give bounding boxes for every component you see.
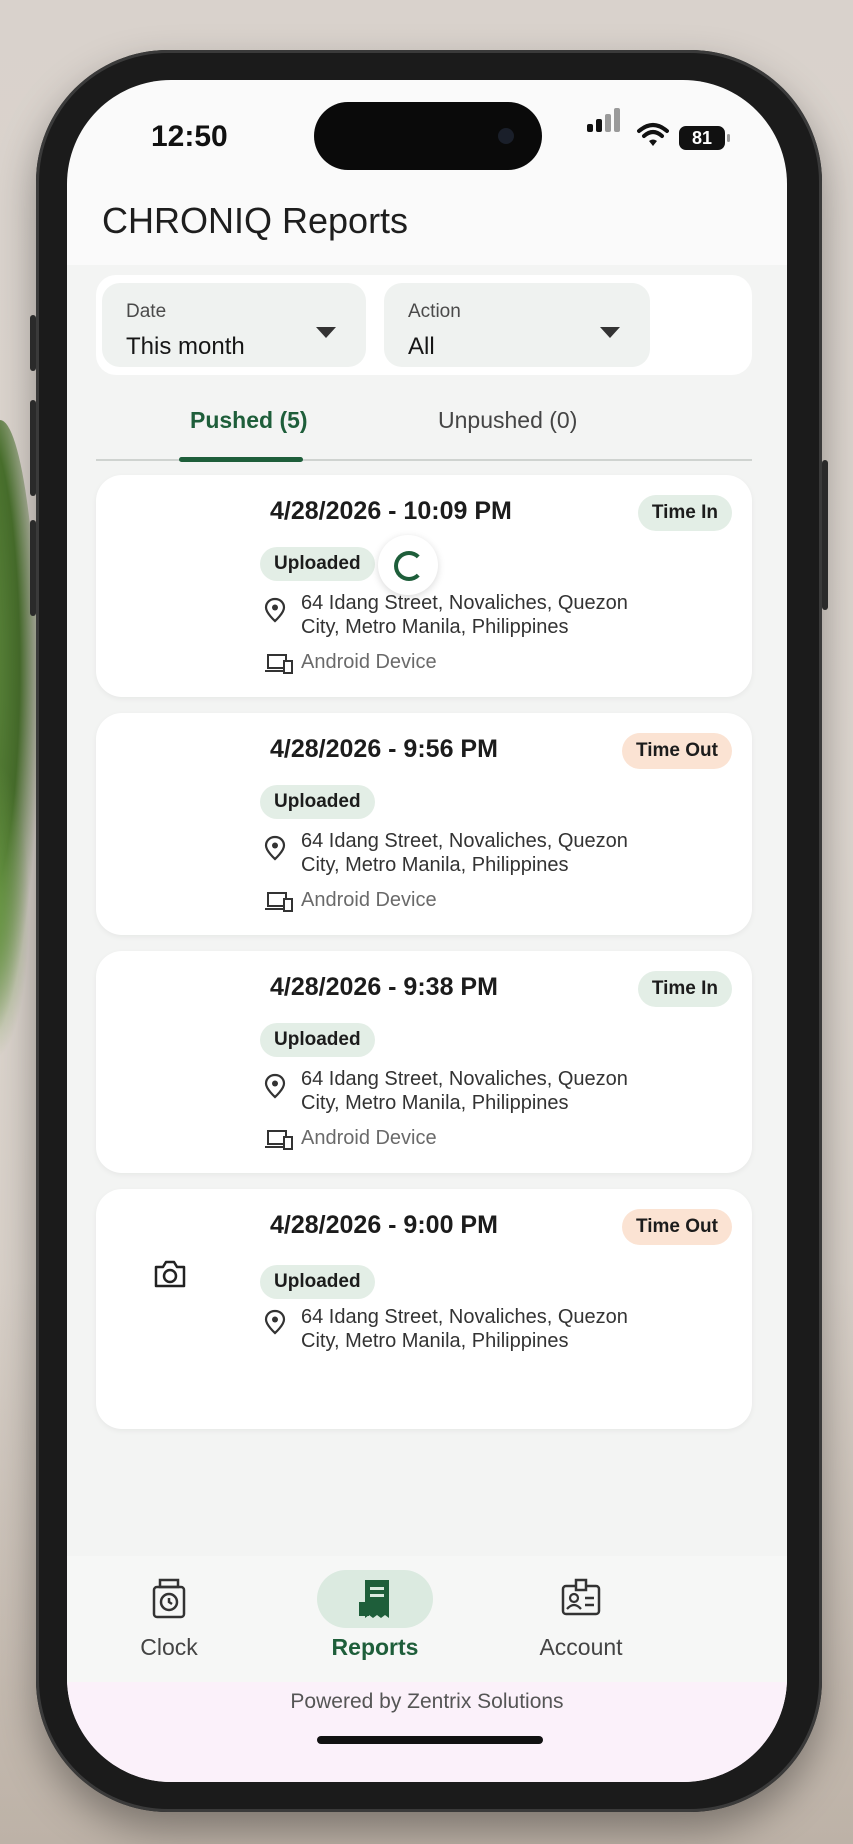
side-button-silent: [30, 315, 36, 371]
receipt-icon[interactable]: [356, 1578, 394, 1620]
front-camera: [498, 128, 514, 144]
bottom-nav: Clock Reports Account: [67, 1556, 787, 1682]
chevron-down-icon: [316, 327, 336, 338]
side-button-volume-down: [30, 520, 36, 616]
date-filter-dropdown[interactable]: Date This month: [102, 283, 366, 367]
action-filter-value: All: [408, 333, 435, 360]
camera-icon: [154, 1260, 186, 1288]
record-address: 64 Idang Street, Novaliches, Quezon City…: [301, 592, 628, 638]
record-address: 64 Idang Street, Novaliches, Quezon City…: [301, 830, 628, 876]
record-datetime: 4/28/2026 - 9:00 PM: [270, 1211, 498, 1239]
home-indicator[interactable]: [317, 1736, 543, 1744]
status-badge: Uploaded: [260, 1023, 375, 1057]
report-card[interactable]: 4/28/2026 - 9:56 PM Time Out Uploaded 64…: [96, 713, 752, 935]
wifi-icon: [637, 123, 669, 146]
status-badge: Uploaded: [260, 785, 375, 819]
record-device: Android Device: [301, 1127, 437, 1149]
report-card[interactable]: 4/28/2026 - 10:09 PM Time In Uploaded 64…: [96, 475, 752, 697]
page-title: CHRONIQ Reports: [102, 200, 409, 241]
tab-pushed[interactable]: Pushed (5): [190, 407, 308, 434]
side-button-volume-up: [30, 400, 36, 496]
status-time: 12:50: [151, 120, 228, 153]
location-pin-icon: [264, 1073, 286, 1099]
status-bar: 12:50 81: [67, 80, 787, 210]
side-button-power: [822, 460, 828, 610]
status-badge: Uploaded: [260, 1265, 375, 1299]
chevron-down-icon: [600, 327, 620, 338]
status-badge: Uploaded: [260, 547, 375, 581]
battery-indicator: 81: [679, 126, 730, 150]
record-address: 64 Idang Street, Novaliches, Quezon City…: [301, 1306, 628, 1352]
action-badge: Time In: [637, 971, 732, 1007]
action-filter-dropdown[interactable]: Action All: [384, 283, 650, 367]
nav-account[interactable]: Account: [501, 1634, 661, 1661]
loading-spinner: [378, 535, 438, 595]
spinner-icon: [394, 551, 424, 581]
devices-icon: [265, 892, 293, 912]
record-datetime: 4/28/2026 - 9:56 PM: [270, 735, 498, 763]
action-badge: Time In: [637, 495, 732, 531]
nav-clock[interactable]: Clock: [89, 1634, 249, 1661]
action-badge: Time Out: [622, 733, 732, 769]
devices-icon: [265, 1130, 293, 1150]
action-badge: Time Out: [622, 1209, 732, 1245]
footer: Powered by Zentrix Solutions: [67, 1682, 787, 1782]
record-address: 64 Idang Street, Novaliches, Quezon City…: [301, 1068, 628, 1114]
report-card[interactable]: 4/28/2026 - 9:38 PM Time In Uploaded 64 …: [96, 951, 752, 1173]
nav-reports[interactable]: Reports: [295, 1634, 455, 1661]
record-datetime: 4/28/2026 - 10:09 PM: [270, 497, 512, 525]
reports-content: Date This month Action All Pushed (5) Un…: [67, 265, 787, 1560]
active-tab-indicator: [179, 457, 303, 462]
dynamic-island: [314, 102, 542, 170]
devices-icon: [265, 654, 293, 674]
date-filter-value: This month: [126, 333, 245, 360]
filter-bar: Date This month Action All: [96, 275, 752, 375]
record-device: Android Device: [301, 889, 437, 911]
location-pin-icon: [264, 835, 286, 861]
phone-screen: 12:50 81 CHRONIQ Reports Date This month…: [67, 80, 787, 1782]
tab-bar: Pushed (5) Unpushed (0): [96, 387, 752, 462]
badge-icon[interactable]: [560, 1578, 602, 1618]
footer-credit: Powered by Zentrix Solutions: [290, 1690, 564, 1713]
tab-unpushed[interactable]: Unpushed (0): [438, 407, 577, 434]
action-filter-label: Action: [408, 301, 461, 322]
record-device: Android Device: [301, 651, 437, 673]
location-pin-icon: [264, 1309, 286, 1335]
report-card[interactable]: 4/28/2026 - 9:00 PM Time Out Uploaded 64…: [96, 1189, 752, 1429]
clock-icon[interactable]: [151, 1578, 187, 1620]
record-datetime: 4/28/2026 - 9:38 PM: [270, 973, 498, 1001]
date-filter-label: Date: [126, 301, 167, 322]
location-pin-icon: [264, 597, 286, 623]
